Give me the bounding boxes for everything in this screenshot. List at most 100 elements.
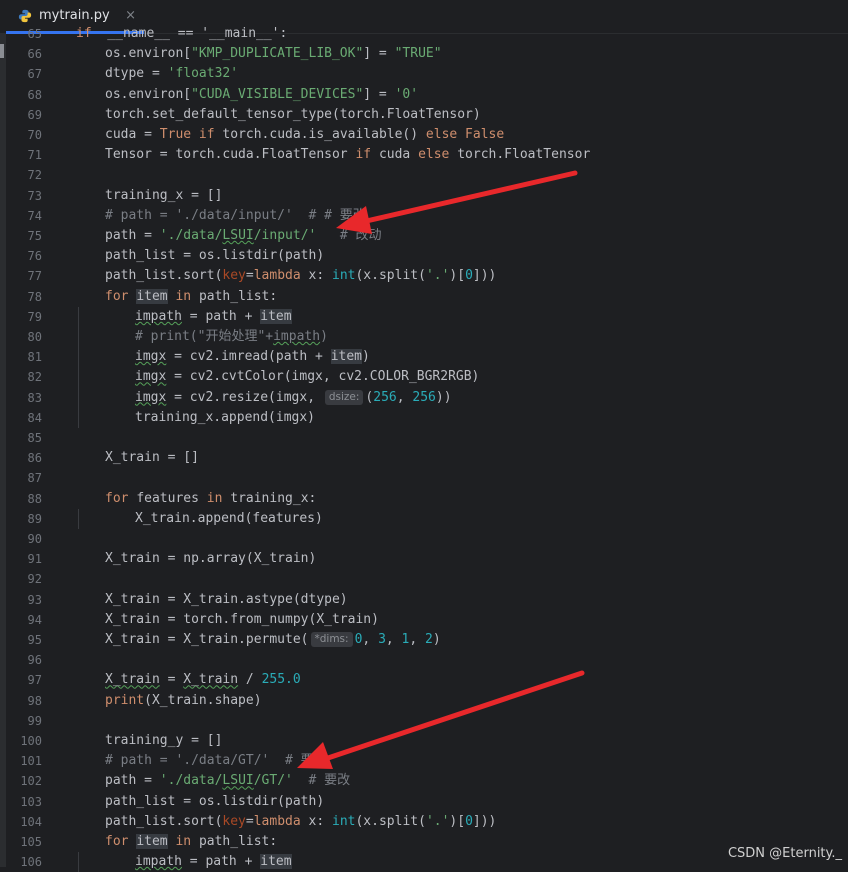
code-token: '0' xyxy=(394,86,419,102)
code-line[interactable]: 100 training_y = [] xyxy=(6,731,848,751)
code-token: item xyxy=(260,308,292,324)
line-number: 67 xyxy=(27,67,42,82)
code-token: imgx xyxy=(135,349,167,365)
code-line[interactable]: 99 xyxy=(6,711,848,731)
code-line[interactable]: 83 imgx = cv2.resize(imgx, dsize: (256, 25… xyxy=(6,387,848,408)
line-number: 70 xyxy=(27,128,42,142)
code-token: in xyxy=(167,834,199,849)
code-token: = path + xyxy=(181,308,261,324)
line-number: 82 xyxy=(27,370,42,385)
code-token: 256 xyxy=(412,389,436,405)
code-line[interactable]: 96 xyxy=(6,650,848,670)
code-token: key xyxy=(222,813,246,829)
line-number: 72 xyxy=(27,168,42,183)
code-editor[interactable]: 65 if __name__ == '__main__': 66 os.environ… xyxy=(6,26,848,872)
code-token: for xyxy=(105,288,137,304)
code-line[interactable]: 93 X_train = X_train.astype(dtype) xyxy=(6,590,848,610)
code-line[interactable]: 75 path = './data/LSUI/input/' # 改动 xyxy=(6,226,848,246)
code-token: # 要改 xyxy=(308,773,351,789)
code-token: path = xyxy=(105,773,160,789)
code-token: in xyxy=(206,490,231,506)
code-line[interactable]: 85 xyxy=(6,428,848,448)
code-token: , xyxy=(409,632,426,647)
code-text: path_list = os.listdir(path) xyxy=(105,792,324,812)
python-icon xyxy=(18,9,32,22)
code-token: LSUI xyxy=(222,773,254,789)
parameter-hint: *dims: xyxy=(310,632,353,647)
code-token: training_x: xyxy=(230,490,317,506)
code-line[interactable]: 77 path_list.sort(key=lambda x: int(x.spl… xyxy=(6,266,848,286)
line-number: 100 xyxy=(20,734,42,748)
code-token: features xyxy=(136,490,207,506)
code-token: , xyxy=(385,632,402,647)
code-line[interactable]: 104 path_list.sort(key=lambda x: int(x.sp… xyxy=(6,812,848,832)
code-token: (x.split( xyxy=(355,813,426,829)
code-line[interactable]: 67 dtype = 'float32' xyxy=(6,64,848,84)
code-line[interactable]: 73 training_x = [] xyxy=(6,186,848,206)
code-line[interactable]: 105 for item in path_list: xyxy=(6,832,848,852)
code-line[interactable]: 84 training_x.append(imgx) xyxy=(6,407,848,428)
code-line[interactable]: 91 X_train = np.array(X_train) xyxy=(6,549,848,569)
code-line[interactable]: 101 # path = './data/GT/' # 要改 xyxy=(6,751,848,771)
parameter-hint: dsize: xyxy=(324,389,364,405)
code-token: X_train xyxy=(183,672,239,688)
code-token: X_train = torch.from_numpy(X_train) xyxy=(105,611,379,627)
code-token: # 改动 xyxy=(339,228,382,243)
line-number: 106 xyxy=(20,855,42,870)
line-number: 104 xyxy=(20,814,42,829)
close-icon[interactable]: × xyxy=(125,8,136,23)
code-token: 0 xyxy=(465,813,473,829)
code-line[interactable]: 98 print(X_train.shape) xyxy=(6,691,848,711)
code-text: torch.set_default_tensor_type(torch.Floa… xyxy=(105,105,481,125)
code-line[interactable]: 78 for item in path_list: xyxy=(6,287,848,307)
code-line[interactable]: 79 impath = path + item xyxy=(6,306,848,327)
code-line[interactable]: 106 impath = path + item xyxy=(6,852,848,872)
code-line[interactable]: 81 imgx = cv2.imread(path + item) xyxy=(6,347,848,368)
code-token: '.' xyxy=(425,813,450,829)
line-number: 66 xyxy=(27,47,42,62)
code-line[interactable]: 76 path_list = os.listdir(path) xyxy=(6,246,848,266)
code-token: dtype = xyxy=(105,66,168,82)
code-line[interactable]: 87 xyxy=(6,468,848,488)
code-token: item xyxy=(136,288,168,304)
code-line[interactable]: 71 Tensor = torch.cuda.FloatTensor if cud… xyxy=(6,145,848,165)
code-line[interactable]: 82 imgx = cv2.cvtColor(imgx, cv2.COLOR_BG… xyxy=(6,367,848,388)
code-line[interactable]: 94 X_train = torch.from_numpy(X_train) xyxy=(6,610,848,630)
code-line[interactable]: 92 xyxy=(6,569,848,589)
line-number: 98 xyxy=(27,693,42,708)
code-token: path_list.sort( xyxy=(105,813,223,829)
code-line[interactable]: 72 xyxy=(6,165,848,185)
code-text: # print("开始处理"+impath) xyxy=(135,327,328,347)
code-line[interactable]: 68 os.environ["CUDA_VISIBLE_DEVICES"] = '… xyxy=(6,85,848,105)
code-token: ) xyxy=(432,632,441,647)
code-line[interactable]: 88 for features in training_x: xyxy=(6,489,848,509)
code-line[interactable]: 102 path = './data/LSUI/GT/' # 要改 xyxy=(6,771,848,791)
code-text: impath = path + item xyxy=(135,307,292,327)
code-token: X_train = X_train.permute( xyxy=(105,632,309,647)
code-line[interactable]: 95 X_train = X_train.permute(*dims: 0, 3, … xyxy=(6,630,848,650)
code-line[interactable]: 89 X_train.append(features) xyxy=(6,508,848,529)
code-line[interactable]: 80 # print("开始处理"+impath) xyxy=(6,327,848,348)
code-text: path = './data/LSUI/input/' # 改动 xyxy=(105,226,382,246)
watermark: CSDN @Eternity._ xyxy=(727,846,842,861)
code-text: # path = './data/input/' # # 要改 xyxy=(105,206,366,226)
code-line[interactable]: 66 os.environ["KMP_DUPLICATE_LIB_OK"] = "… xyxy=(6,44,848,64)
code-line[interactable]: 90 xyxy=(6,529,848,549)
code-token: , xyxy=(362,632,379,647)
line-number: 74 xyxy=(27,208,42,223)
line-number: 86 xyxy=(27,451,42,466)
code-token: imgx xyxy=(135,389,167,405)
code-line[interactable]: 103 path_list = os.listdir(path) xyxy=(6,792,848,812)
code-line[interactable]: 97 X_train = X_train / 255.0 xyxy=(6,670,848,690)
code-line[interactable]: 86 X_train = [] xyxy=(6,448,848,468)
code-line[interactable]: 70 cuda = True if torch.cuda.is_available… xyxy=(6,125,848,145)
code-token: X_train = np.array(X_train) xyxy=(105,551,317,567)
code-line[interactable]: 65 if __name__ == '__main__': xyxy=(6,24,848,44)
code-line[interactable]: 74 # path = './data/input/' # # 要改 xyxy=(6,206,848,226)
code-token: = xyxy=(159,672,184,688)
code-token: './data/ xyxy=(159,773,223,789)
code-line[interactable]: 69 torch.set_default_tensor_type(torch.Fl… xyxy=(6,105,848,125)
code-token: )[ xyxy=(449,268,466,284)
code-token: Tensor = torch.cuda.FloatTensor xyxy=(105,147,356,163)
